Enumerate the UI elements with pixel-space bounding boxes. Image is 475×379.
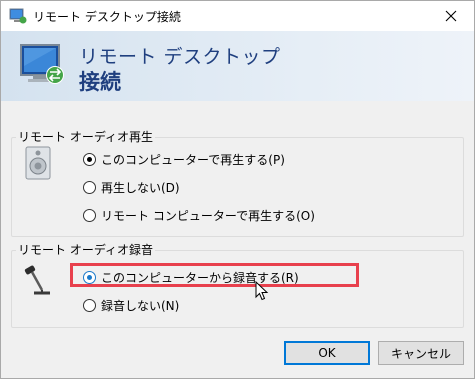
- play-on-this-computer-option[interactable]: このコンピューターで再生する(P): [83, 151, 285, 168]
- microphone-icon: [23, 263, 53, 297]
- option-label: 録音しない(N): [101, 299, 180, 313]
- mouse-cursor-icon: [255, 280, 269, 301]
- remote-desktop-small-icon: [9, 8, 27, 24]
- play-on-remote-computer-option[interactable]: リモート コンピューターで再生する(O): [83, 207, 315, 224]
- remote-desktop-icon: [17, 41, 71, 89]
- option-label: 再生しない(D): [101, 181, 180, 195]
- do-not-record-option[interactable]: 録音しない(N): [83, 297, 179, 314]
- playback-group-legend: リモート オーディオ再生: [16, 128, 155, 145]
- window-title: リモート デスクトップ接続: [33, 10, 181, 24]
- radio-play-here[interactable]: [83, 153, 96, 166]
- header-title-line2: 接続: [79, 70, 121, 94]
- close-button[interactable]: [428, 1, 474, 31]
- option-label: リモート コンピューターで再生する(O): [101, 209, 315, 223]
- recording-groupbox: [11, 250, 464, 328]
- recording-group-legend: リモート オーディオ録音: [16, 241, 155, 258]
- option-label: このコンピューターで再生する(P): [101, 153, 285, 167]
- highlight-box: [70, 263, 359, 287]
- header-banner: リモート デスクトップ 接続: [1, 31, 474, 101]
- header-title-line1: リモート デスクトップ: [79, 46, 281, 68]
- radio-do-not-record[interactable]: [83, 299, 96, 312]
- title-bar[interactable]: リモート デスクトップ接続: [1, 1, 474, 31]
- do-not-play-option[interactable]: 再生しない(D): [83, 179, 180, 196]
- speaker-icon: [25, 146, 51, 180]
- radio-do-not-play[interactable]: [83, 181, 96, 194]
- close-icon: [445, 7, 457, 26]
- remote-audio-dialog: リモート デスクトップ接続 リモート デスクトップ 接続 リモート オーディオ再…: [0, 0, 475, 379]
- cancel-button[interactable]: キャンセル: [378, 341, 464, 365]
- ok-button[interactable]: OK: [284, 341, 370, 365]
- radio-play-remote[interactable]: [83, 209, 96, 222]
